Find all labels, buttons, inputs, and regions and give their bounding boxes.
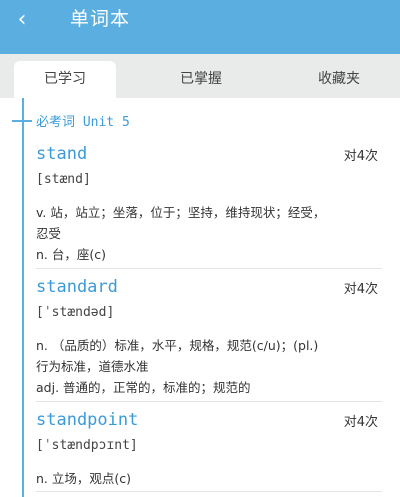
word-list: 必考词 Unit 5 stand 对4次 [stænd] v. 站，站立；坐落，… bbox=[0, 98, 400, 497]
tab-mastered[interactable]: 已掌握 bbox=[150, 61, 252, 98]
timeline-line bbox=[22, 98, 24, 497]
correct-count: 对4次 bbox=[343, 282, 378, 297]
definition-line: 忍受 bbox=[36, 226, 62, 241]
tab-learned[interactable]: 已学习 bbox=[14, 61, 116, 98]
definition-line: n. 立场，观点(c) bbox=[36, 471, 131, 486]
word-text: stand bbox=[36, 144, 88, 164]
word-entry-standpoint[interactable]: standpoint 对4次 [ˈstændpɔɪnt] n. 立场，观点(c) bbox=[36, 409, 382, 489]
definition-line: adj. 普通的，正常的，标准的；规范的 bbox=[36, 380, 251, 395]
correct-count: 对4次 bbox=[343, 149, 378, 164]
divider bbox=[36, 491, 382, 492]
tab-favorites[interactable]: 收藏夹 bbox=[288, 61, 390, 98]
divider bbox=[36, 268, 382, 269]
word-entry-standard[interactable]: standard 对4次 [ˈstændəd] n. （品质的）标准，水平，规格… bbox=[36, 276, 382, 398]
correct-count: 对4次 bbox=[343, 415, 378, 430]
tab-bar: 已学习 已掌握 收藏夹 bbox=[0, 54, 400, 98]
definition-line: 行为标准，道德水准 bbox=[36, 359, 149, 374]
timeline-tick bbox=[12, 120, 32, 122]
definition-line: n. 台，座(c) bbox=[36, 247, 106, 262]
word-text: standard bbox=[36, 277, 118, 297]
page-title: 单词本 bbox=[70, 8, 131, 30]
phonetic: [ˈstændpɔɪnt] bbox=[36, 438, 138, 453]
word-text: standpoint bbox=[36, 410, 139, 430]
phonetic: [ˈstændəd] bbox=[36, 305, 115, 320]
definition-line: n. （品质的）标准，水平，规格，规范(c/u)；(pl.) bbox=[36, 338, 319, 353]
definition-line: v. 站，站立；坐落，位于；坚持，维持现状；经受， bbox=[36, 205, 326, 220]
phonetic: [stænd] bbox=[36, 172, 91, 187]
word-entry-stand[interactable]: stand 对4次 [stænd] v. 站，站立；坐落，位于；坚持，维持现状；… bbox=[36, 143, 382, 265]
divider bbox=[36, 401, 382, 402]
section-label: 必考词 Unit 5 bbox=[36, 115, 130, 130]
app-header: ‹ 单词本 bbox=[0, 0, 400, 54]
back-arrow-icon[interactable]: ‹ bbox=[8, 8, 36, 32]
